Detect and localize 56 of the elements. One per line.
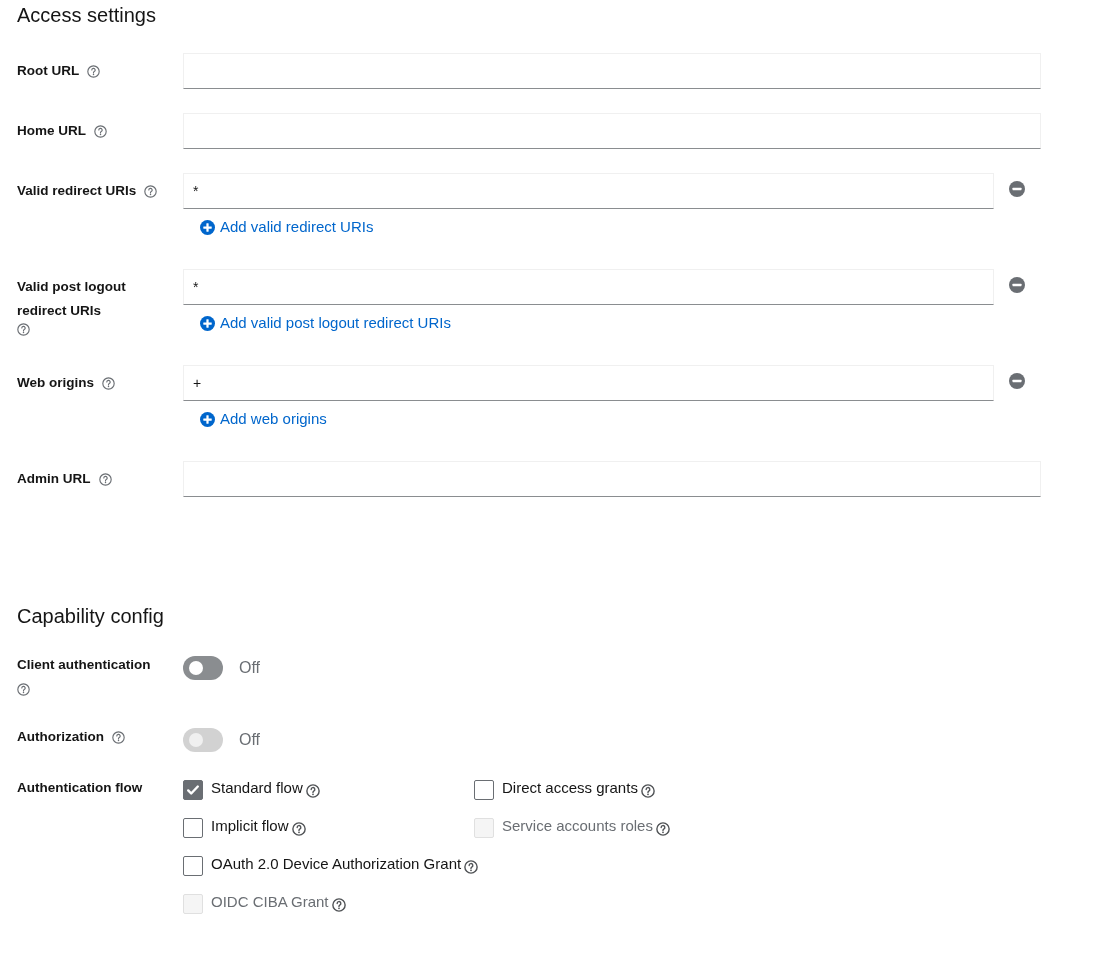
field-label: Root URL	[17, 62, 80, 80]
field-label: Valid redirect URIs	[17, 182, 137, 200]
section-heading: Capability config	[17, 604, 164, 628]
help-icon[interactable]	[640, 784, 655, 798]
checkbox-label: Direct access grants	[502, 778, 638, 798]
add-button[interactable]: Add web origins	[200, 409, 327, 429]
help-icon[interactable]	[94, 124, 107, 138]
field-label: Authorization	[17, 728, 104, 746]
plus-circle-icon	[200, 219, 215, 235]
text-input[interactable]	[183, 461, 1041, 497]
help-icon[interactable]	[102, 376, 115, 390]
checkbox-label: Service accounts roles	[502, 816, 653, 836]
text-input[interactable]: *	[183, 173, 994, 209]
checkbox-label: OAuth 2.0 Device Authorization Grant	[211, 854, 462, 874]
help-icon[interactable]	[305, 784, 320, 798]
field-label: Admin URL	[17, 470, 91, 488]
plus-circle-icon	[200, 315, 215, 331]
help-icon[interactable]	[464, 860, 479, 874]
add-button[interactable]: Add valid post logout redirect URIs	[200, 313, 451, 333]
remove-button[interactable]	[1009, 373, 1025, 389]
text-input[interactable]	[183, 53, 1041, 89]
field-label: Client authentication	[17, 656, 151, 674]
text-input[interactable]: *	[183, 269, 994, 305]
help-icon[interactable]	[98, 472, 112, 486]
toggle-switch[interactable]	[183, 656, 223, 680]
toggle-state-text: Off	[239, 730, 261, 750]
text-input[interactable]	[183, 113, 1041, 149]
field-label: Authentication flow	[17, 779, 143, 797]
text-input[interactable]: +	[183, 365, 994, 401]
help-icon[interactable]	[17, 682, 30, 696]
field-label: Home URL	[17, 122, 86, 140]
add-button[interactable]: Add valid redirect URIs	[200, 217, 374, 237]
plus-circle-icon	[200, 411, 215, 427]
minus-circle-icon	[1009, 373, 1025, 389]
field-label: Valid post logout redirect URIs	[17, 278, 127, 320]
help-icon[interactable]	[112, 730, 125, 744]
minus-circle-icon	[1009, 181, 1025, 197]
toggle-state-text: Off	[239, 658, 261, 678]
minus-circle-icon	[1009, 277, 1025, 293]
remove-button[interactable]	[1009, 181, 1025, 197]
help-icon[interactable]	[144, 184, 158, 198]
help-icon[interactable]	[87, 64, 101, 78]
checkbox[interactable]	[183, 779, 203, 800]
field-label: Web origins	[17, 374, 94, 392]
checkbox-label: Standard flow	[211, 778, 303, 798]
help-icon[interactable]	[291, 822, 306, 836]
checkbox[interactable]	[474, 779, 494, 800]
help-icon[interactable]	[331, 898, 346, 912]
help-icon[interactable]	[655, 822, 670, 836]
section-heading: Access settings	[17, 3, 156, 27]
remove-button[interactable]	[1009, 277, 1025, 293]
checkbox-label: Implicit flow	[211, 816, 289, 836]
help-icon[interactable]	[17, 323, 30, 336]
checkbox[interactable]	[183, 817, 203, 838]
checkbox-label: OIDC CIBA Grant	[211, 892, 329, 912]
checkbox[interactable]	[183, 855, 203, 876]
